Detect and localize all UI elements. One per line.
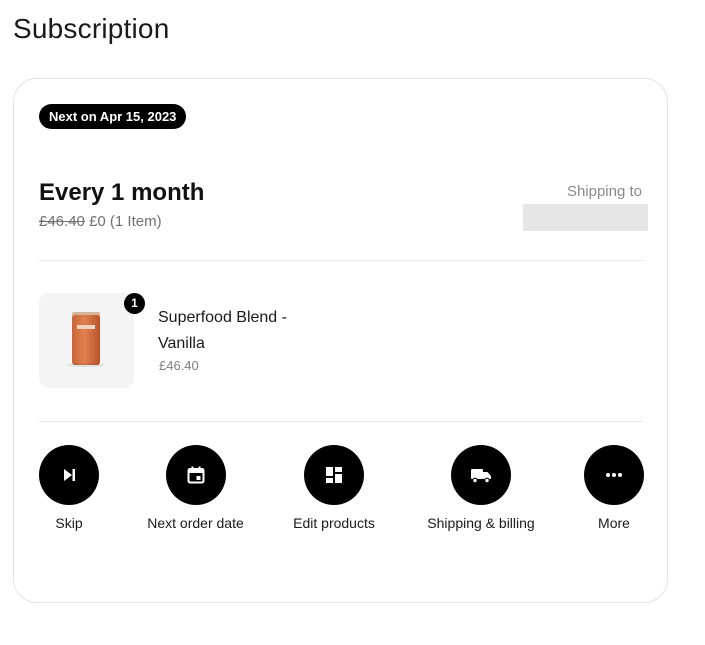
- shipping-billing-button[interactable]: Shipping & billing: [422, 445, 540, 531]
- divider: [39, 260, 643, 261]
- subscription-frequency: Every 1 month: [39, 179, 205, 206]
- subscription-card: Next on Apr 15, 2023 Every 1 month £46.4…: [13, 78, 668, 603]
- product-price: £46.40: [159, 358, 199, 373]
- shipping-address-placeholder: [523, 204, 648, 231]
- product-name[interactable]: Superfood Blend - Vanilla: [158, 305, 288, 357]
- divider: [39, 421, 643, 422]
- subscription-price-line: £46.40 £0 (1 Item): [39, 213, 162, 230]
- quantity-badge: 1: [124, 293, 145, 314]
- edit-products-button[interactable]: Edit products: [289, 445, 379, 531]
- calendar-icon: [165, 445, 226, 505]
- truck-icon: [451, 445, 511, 505]
- page-title: Subscription: [13, 13, 170, 44]
- item-count: (1 Item): [109, 213, 162, 230]
- skip-label: Skip: [55, 515, 83, 531]
- product-image[interactable]: [39, 293, 134, 388]
- skip-button[interactable]: Skip: [39, 445, 99, 531]
- next-order-badge: Next on Apr 15, 2023: [39, 104, 187, 129]
- next-order-date-button[interactable]: Next order date: [144, 445, 247, 531]
- current-price: £0: [89, 213, 106, 230]
- more-dots-icon: [584, 445, 644, 505]
- more-button[interactable]: More: [584, 445, 644, 531]
- shipping-billing-label: Shipping & billing: [427, 515, 535, 531]
- next-order-date-label: Next order date: [147, 515, 244, 531]
- dashboard-grid-icon: [304, 445, 364, 505]
- edit-products-label: Edit products: [293, 515, 375, 531]
- more-label: More: [598, 515, 630, 531]
- skip-next-icon: [39, 445, 99, 505]
- original-price: £46.40: [39, 213, 85, 230]
- shipping-to-label: Shipping to: [566, 183, 642, 200]
